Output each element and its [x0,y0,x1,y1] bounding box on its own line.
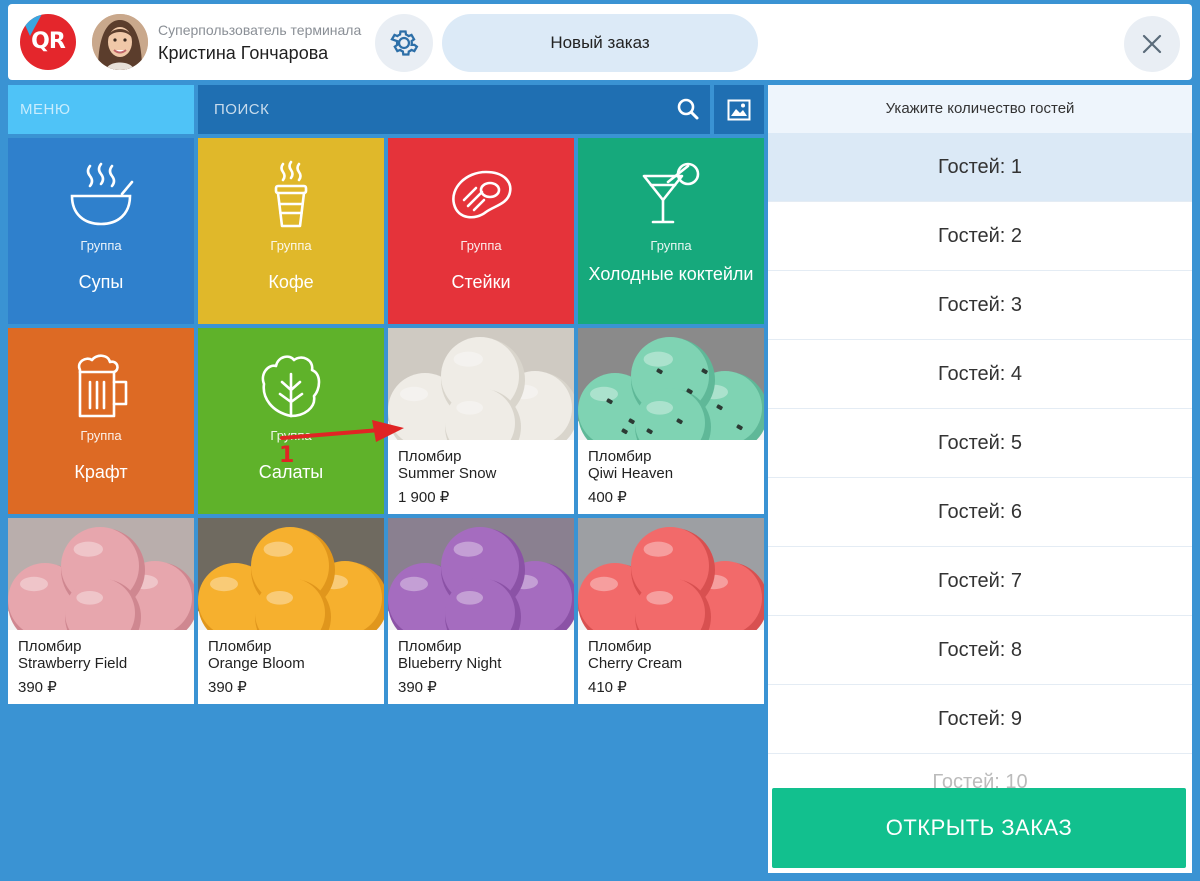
guest-option-3[interactable]: Гостей: 3 [768,271,1192,340]
avatar-photo-icon [92,14,148,70]
top-bar: QR Суперпользователь терминала Кристина … [8,4,1192,80]
guest-count-panel: Укажите количество гостей Гостей: 1 Гост… [768,85,1192,873]
product-tile-blueberry-night[interactable]: Пломбир Blueberry Night 390 ₽ [388,518,574,704]
group-tile-cold-cocktails[interactable]: Группа Холодные коктейли [578,138,764,324]
qr-logo: QR [20,14,76,70]
menu-tab[interactable]: МЕНЮ [8,85,194,134]
guest-option-1[interactable]: Гостей: 1 [768,133,1192,202]
product-photo [8,518,194,630]
product-tile-strawberry-field[interactable]: Пломбир Strawberry Field 390 ₽ [8,518,194,704]
guest-option-5[interactable]: Гостей: 5 [768,409,1192,478]
product-price: 390 ₽ [18,679,57,696]
product-photo [578,518,764,630]
guest-option-8[interactable]: Гостей: 8 [768,616,1192,685]
soup-icon [70,162,134,226]
product-price: 1 900 ₽ [398,489,450,506]
guest-option-6[interactable]: Гостей: 6 [768,478,1192,547]
product-tile-cherry-cream[interactable]: Пломбир Cherry Cream 410 ₽ [578,518,764,704]
lettuce-icon [261,355,321,418]
product-price: 410 ₽ [588,679,627,696]
product-photo [388,518,574,630]
annotation-arrow [280,420,404,442]
annotation-number: 1 [279,443,295,468]
guest-option-2[interactable]: Гостей: 2 [768,202,1192,271]
product-photo [578,328,764,440]
ice-cream-image [578,328,764,440]
close-icon [1142,34,1162,54]
user-name: Кристина Гончарова [158,43,329,63]
search-icon[interactable] [676,97,700,121]
steak-icon [452,170,512,219]
ice-cream-image [578,518,764,630]
guest-option-9[interactable]: Гостей: 9 [768,685,1192,754]
guest-option-7[interactable]: Гостей: 7 [768,547,1192,616]
ice-cream-image [388,328,574,440]
ice-cream-image [198,518,384,630]
group-tile-soups[interactable]: Группа Супы [8,138,194,324]
user-avatar[interactable] [92,14,148,70]
search-input[interactable]: ПОИСК [198,85,710,134]
product-price: 390 ₽ [398,679,437,696]
ice-cream-image [8,518,194,630]
product-photo [388,328,574,440]
group-tile-craft[interactable]: Группа Крафт [8,328,194,514]
ice-cream-image [388,518,574,630]
product-price: 390 ₽ [208,679,247,696]
user-role: Суперпользователь терминала [158,22,362,38]
cocktail-icon [642,162,700,224]
product-photo [198,518,384,630]
new-order-button[interactable]: Новый заказ [442,14,758,72]
guest-panel-title: Укажите количество гостей [768,85,1192,133]
coffee-cup-icon [274,160,308,228]
product-tile-summer-snow[interactable]: Пломбир Summer Snow 1 900 ₽ [388,328,574,514]
open-order-button[interactable]: ОТКРЫТЬ ЗАКАЗ [772,788,1186,868]
beer-mug-icon [77,354,128,418]
settings-button[interactable] [375,14,433,72]
gear-icon [390,30,419,56]
guest-count-list[interactable]: Гостей: 1 Гостей: 2 Гостей: 3 Гостей: 4 … [768,133,1192,833]
group-tile-coffee[interactable]: Группа Кофе [198,138,384,324]
guest-option-4[interactable]: Гостей: 4 [768,340,1192,409]
group-tile-steaks[interactable]: Группа Стейки [388,138,574,324]
product-tile-orange-bloom[interactable]: Пломбир Orange Bloom 390 ₽ [198,518,384,704]
image-icon [727,99,751,120]
product-price: 400 ₽ [588,489,627,506]
close-button[interactable] [1124,16,1180,72]
image-view-toggle[interactable] [714,85,764,134]
product-tile-qiwi-heaven[interactable]: Пломбир Qiwi Heaven 400 ₽ [578,328,764,514]
